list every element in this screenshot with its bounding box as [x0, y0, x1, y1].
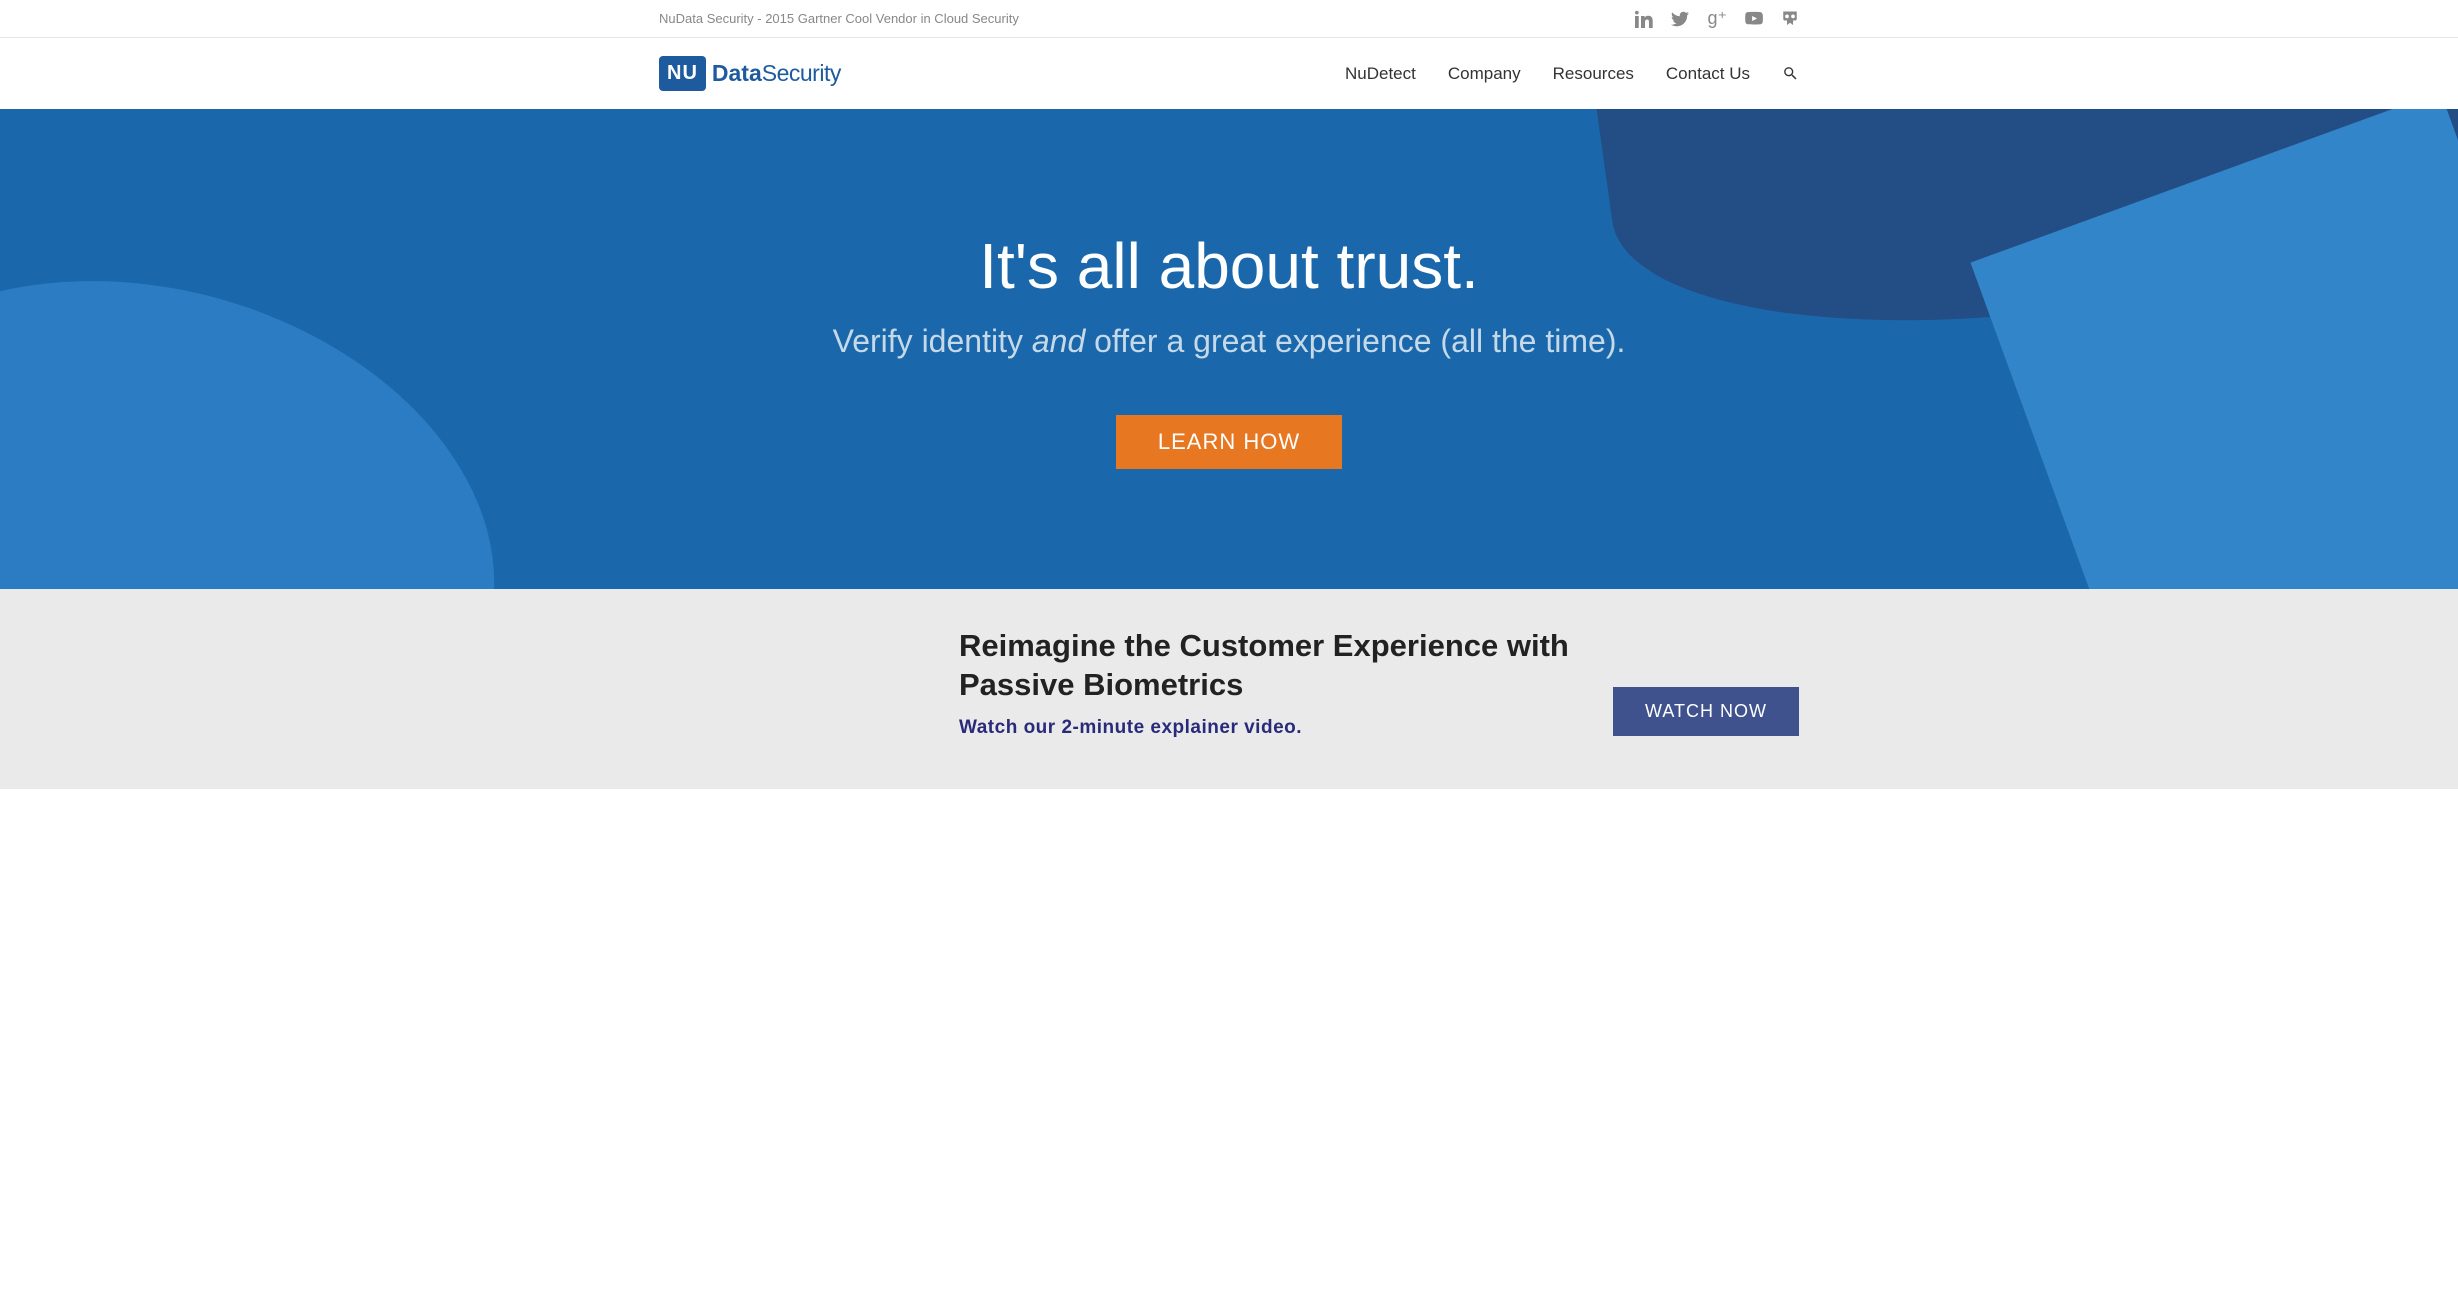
watch-now-button[interactable]: WATCH NOW	[1613, 687, 1799, 736]
section-title: Reimagine the Customer Experience with P…	[959, 627, 1573, 705]
logo[interactable]: NU DataSecurity	[659, 56, 841, 91]
logo-box: NU	[659, 56, 706, 91]
learn-how-button[interactable]: LEARN HOW	[1116, 415, 1342, 469]
nav-item-contact[interactable]: Contact Us	[1666, 64, 1750, 84]
topbar: NuData Security - 2015 Gartner Cool Vend…	[0, 0, 2458, 38]
logo-text: DataSecurity	[712, 60, 841, 87]
nav-item-resources[interactable]: Resources	[1553, 64, 1634, 84]
slideshare-icon[interactable]	[1781, 10, 1799, 28]
tagline: NuData Security - 2015 Gartner Cool Vend…	[659, 11, 1019, 26]
linkedin-icon[interactable]	[1635, 10, 1653, 28]
twitter-icon[interactable]	[1671, 10, 1689, 28]
hero-title: It's all about trust.	[833, 229, 1626, 303]
social-icons: g⁺	[1635, 8, 1799, 29]
search-icon[interactable]	[1782, 65, 1799, 82]
googleplus-icon[interactable]: g⁺	[1707, 8, 1727, 29]
hero-subtitle: Verify identity and offer a great experi…	[833, 323, 1626, 360]
nav-item-nudetect[interactable]: NuDetect	[1345, 64, 1416, 84]
youtube-icon[interactable]	[1745, 10, 1763, 28]
section-biometrics: Reimagine the Customer Experience with P…	[0, 589, 2458, 789]
nav: NuDetect Company Resources Contact Us	[1345, 64, 1799, 84]
hero: It's all about trust. Verify identity an…	[0, 109, 2458, 589]
nav-item-company[interactable]: Company	[1448, 64, 1521, 84]
section-subtitle: Watch our 2-minute explainer video.	[959, 717, 1573, 739]
header: NU DataSecurity NuDetect Company Resourc…	[0, 38, 2458, 109]
